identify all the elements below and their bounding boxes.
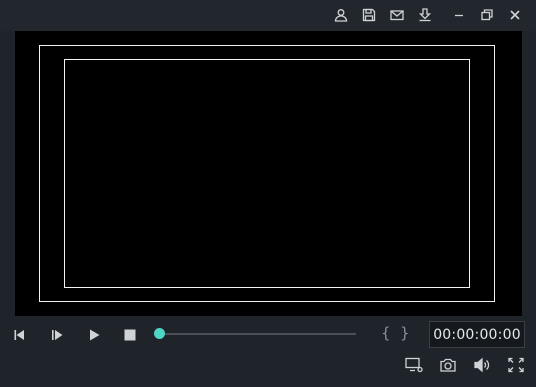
timeline-scrubber[interactable] [159, 333, 356, 335]
mark-out-button[interactable]: } [400, 324, 410, 342]
mark-in-button[interactable]: { [381, 324, 391, 342]
close-icon[interactable] [506, 6, 524, 24]
playback-controls: { } 00:00:00:00 [0, 316, 536, 387]
save-icon[interactable] [360, 6, 378, 24]
minimize-icon[interactable] [450, 6, 468, 24]
step-forward-icon [52, 330, 63, 340]
next-frame-button[interactable] [47, 325, 67, 345]
step-back-icon [14, 330, 24, 340]
play-icon [90, 329, 100, 341]
render-preview-settings-icon[interactable] [403, 356, 425, 374]
play-button[interactable] [84, 325, 104, 345]
snapshot-camera-icon[interactable] [437, 356, 459, 374]
volume-icon[interactable] [471, 356, 493, 374]
timecode-value: 00:00:00:00 [433, 326, 521, 343]
video-preview [15, 31, 522, 316]
fullscreen-icon[interactable] [505, 356, 527, 374]
title-safe-guide [64, 59, 470, 288]
mail-icon[interactable] [388, 6, 406, 24]
download-icon[interactable] [416, 6, 434, 24]
timecode-display: 00:00:00:00 [429, 321, 525, 348]
restore-icon[interactable] [478, 6, 496, 24]
scrubber-handle[interactable] [154, 328, 165, 339]
stop-icon [124, 329, 136, 341]
stop-button[interactable] [120, 325, 140, 345]
title-bar [0, 0, 536, 31]
account-icon[interactable] [332, 6, 350, 24]
previous-frame-button[interactable] [10, 325, 30, 345]
